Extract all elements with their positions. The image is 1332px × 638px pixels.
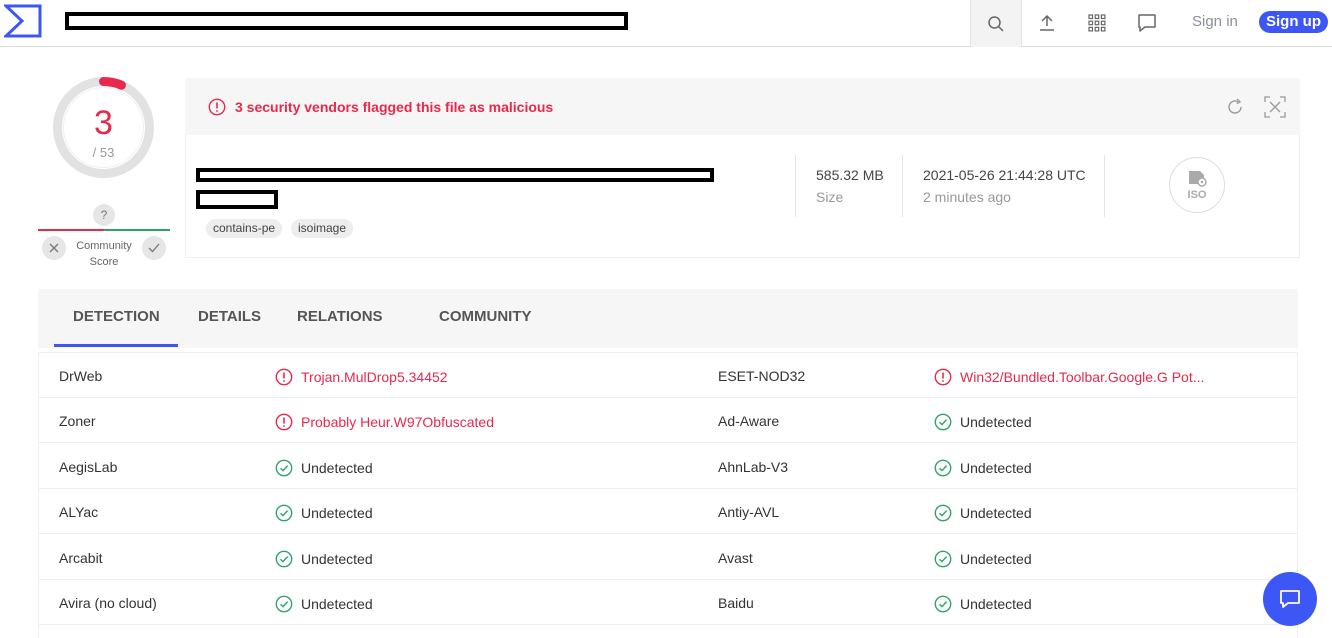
- chat-icon: [1138, 14, 1156, 32]
- check-circle-icon: [275, 459, 293, 477]
- chat-button[interactable]: [1135, 11, 1159, 35]
- engine-name: Arcabit: [59, 549, 103, 566]
- alert-icon: [275, 413, 293, 431]
- engine-name: AhnLab-V3: [718, 458, 789, 475]
- iso-file-type-icon: ISO: [1169, 157, 1225, 213]
- upload-button[interactable]: [1035, 11, 1059, 35]
- engine-result: Trojan.MulDrop5.34452: [275, 368, 448, 386]
- engine-name: AegisLab: [59, 458, 118, 475]
- search-button[interactable]: [970, 0, 1022, 47]
- engine-name: Baidu: [718, 595, 754, 611]
- analysis-relative-time: 2 minutes ago: [923, 189, 1011, 205]
- community-score-badge: ?: [93, 204, 115, 226]
- virustotal-logo-icon[interactable]: [4, 4, 42, 38]
- tab-relations[interactable]: RELATIONS: [297, 308, 383, 325]
- alert-icon: [208, 98, 226, 116]
- help-chat-button[interactable]: [1263, 572, 1317, 626]
- chat-bubble-icon: [1280, 590, 1300, 608]
- malicious-alert-bar: 3 security vendors flagged this file as …: [185, 78, 1300, 135]
- check-circle-icon: [934, 459, 952, 477]
- upload-icon: [1040, 14, 1054, 31]
- check-circle-icon: [934, 550, 952, 567]
- engine-total: / 53: [92, 145, 115, 160]
- community-score-bar: [38, 229, 170, 231]
- file-tag[interactable]: contains-pe: [206, 219, 283, 238]
- check-circle-icon: [934, 413, 952, 431]
- close-icon: [49, 243, 59, 253]
- engine-name: ESET-NOD32: [718, 368, 806, 384]
- engine-name: ALYac: [59, 504, 99, 521]
- search-icon: [988, 15, 1004, 32]
- file-hash-redacted: [196, 168, 714, 182]
- check-circle-icon: [934, 504, 952, 522]
- engine-name: Ad-Aware: [718, 413, 780, 430]
- engine-result: Undetected: [275, 504, 373, 522]
- table-row: Zoner Probably Heur.W97Obfuscated Ad-Aware…: [39, 398, 1297, 444]
- table-row: DrWeb Trojan.MulDrop5.34452 ESET-NOD32 Win3…: [39, 353, 1297, 398]
- apps-grid-icon: [1088, 14, 1106, 32]
- engine-name: Zoner: [59, 413, 96, 430]
- search-input[interactable]: [65, 12, 628, 30]
- alert-message: 3 security vendors flagged this file as …: [235, 99, 554, 115]
- table-row: Avira (no cloud) Undetected Baidu Undetecte…: [39, 580, 1297, 625]
- table-row: ALYac Undetected Antiy-AVL Undetected: [39, 489, 1297, 535]
- file-size-value: 585.32 MB: [816, 167, 884, 183]
- tab-detection[interactable]: DETECTION: [73, 308, 160, 325]
- engine-name: Avira (no cloud): [59, 595, 157, 611]
- file-tag[interactable]: isoimage: [291, 219, 354, 238]
- table-row: Arcabit Undetected Avast Undetected: [39, 535, 1297, 580]
- engine-name: DrWeb: [59, 368, 103, 384]
- report-tabs: DETECTION DETAILS RELATIONS COMMUNITY: [38, 289, 1298, 348]
- file-size-label: Size: [816, 189, 844, 205]
- reanalyze-button[interactable]: [1225, 97, 1245, 122]
- sign-up-button[interactable]: Sign up: [1259, 11, 1328, 33]
- table-row: AegisLab Undetected AhnLab-V3 Undetected: [39, 444, 1297, 489]
- detection-table: DrWeb Trojan.MulDrop5.34452 ESET-NOD32 Win3…: [38, 352, 1298, 638]
- similar-files-button[interactable]: [1264, 96, 1286, 123]
- tab-details[interactable]: DETAILS: [198, 308, 261, 325]
- vote-up-button[interactable]: [142, 236, 166, 260]
- file-info-card: contains-pe isoimage 585.32 MB Size 2021…: [185, 135, 1300, 258]
- tab-community[interactable]: COMMUNITY: [439, 308, 532, 325]
- alert-icon: [275, 368, 293, 386]
- check-circle-icon: [934, 595, 952, 613]
- engine-result: Probably Heur.W97Obfuscated: [275, 413, 494, 431]
- engine-result: Undetected: [934, 595, 1032, 613]
- engine-result: Win32/Bundled.Toolbar.Google.G Pot...: [934, 368, 1204, 386]
- engine-result: Undetected: [934, 550, 1032, 568]
- sign-in-link[interactable]: Sign in: [1192, 13, 1238, 30]
- engine-result: Undetected: [275, 595, 373, 613]
- engine-result: Undetected: [934, 413, 1032, 431]
- apps-button[interactable]: [1085, 11, 1109, 35]
- top-bar: Sign in Sign up: [0, 0, 1332, 47]
- check-circle-icon: [275, 550, 293, 567]
- vote-down-button[interactable]: [42, 236, 66, 260]
- check-circle-icon: [275, 595, 293, 613]
- active-tab-indicator: [54, 344, 178, 347]
- engine-result: Undetected: [275, 550, 373, 568]
- qr-scan-icon: [1264, 96, 1286, 118]
- check-circle-icon: [275, 504, 293, 522]
- engine-result: Undetected: [275, 459, 373, 477]
- file-name-redacted: [196, 190, 278, 209]
- engine-name: Antiy-AVL: [718, 504, 780, 521]
- analysis-date: 2021-05-26 21:44:28 UTC: [923, 167, 1086, 183]
- svg-text:ISO: ISO: [1188, 189, 1207, 201]
- engine-result: Undetected: [934, 459, 1032, 477]
- detection-count: 3: [94, 104, 113, 142]
- alert-icon: [934, 368, 952, 386]
- check-icon: [148, 243, 160, 253]
- detection-score-gauge: 3 / 53: [52, 76, 155, 179]
- refresh-icon: [1228, 98, 1242, 114]
- engine-name: Avast: [718, 549, 753, 566]
- engine-result: Undetected: [934, 504, 1032, 522]
- community-score-label: Community Score: [76, 240, 132, 268]
